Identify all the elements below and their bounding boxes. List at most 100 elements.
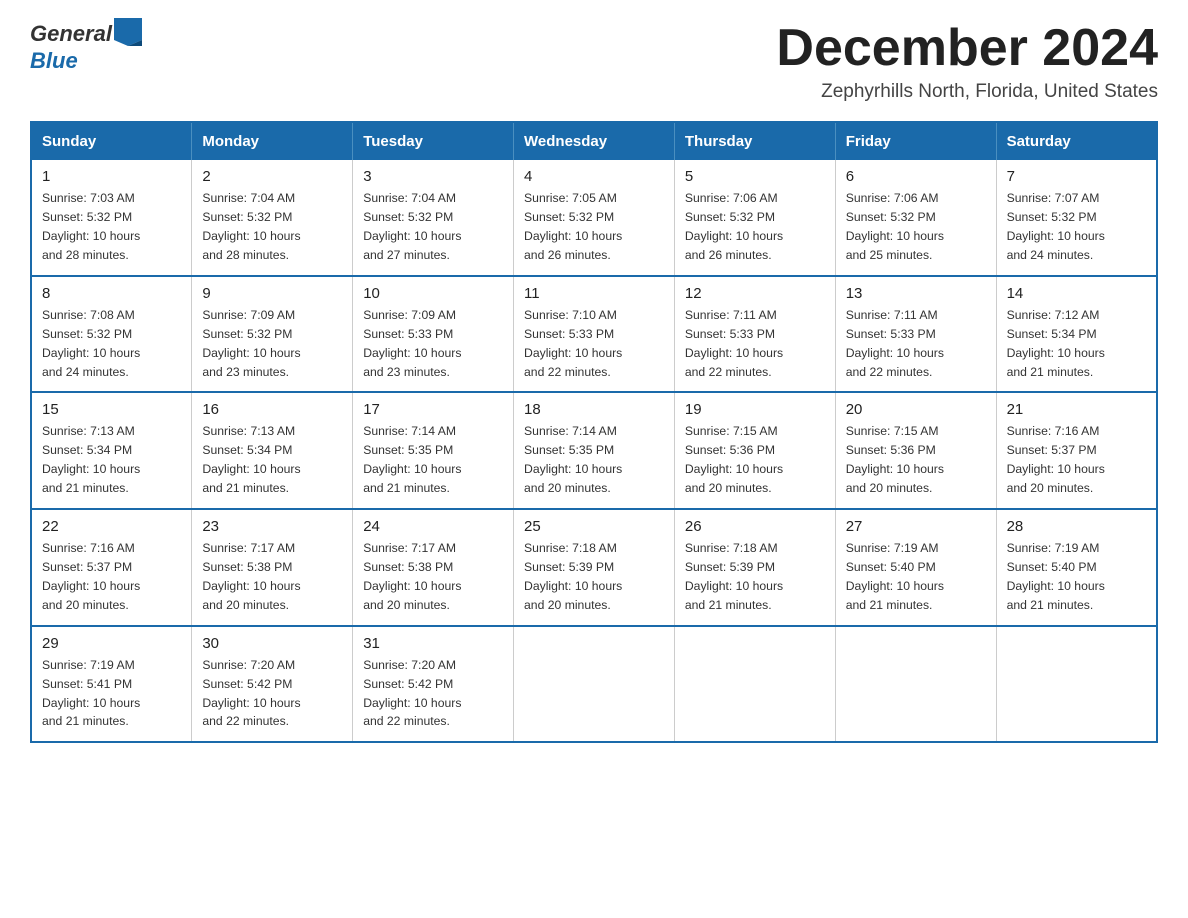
calendar-cell: 18 Sunrise: 7:14 AM Sunset: 5:35 PM Dayl… bbox=[514, 392, 675, 509]
week-row-5: 29 Sunrise: 7:19 AM Sunset: 5:41 PM Dayl… bbox=[31, 626, 1157, 743]
day-number: 9 bbox=[202, 285, 342, 302]
header-thursday: Thursday bbox=[674, 122, 835, 160]
header-wednesday: Wednesday bbox=[514, 122, 675, 160]
logo: General Blue bbox=[30, 20, 142, 74]
calendar-cell: 22 Sunrise: 7:16 AM Sunset: 5:37 PM Dayl… bbox=[31, 509, 192, 626]
calendar-cell bbox=[514, 626, 675, 743]
day-info: Sunrise: 7:14 AM Sunset: 5:35 PM Dayligh… bbox=[363, 422, 503, 498]
day-info: Sunrise: 7:03 AM Sunset: 5:32 PM Dayligh… bbox=[42, 189, 181, 265]
day-number: 5 bbox=[685, 168, 825, 185]
calendar-cell: 9 Sunrise: 7:09 AM Sunset: 5:32 PM Dayli… bbox=[192, 276, 353, 393]
day-info: Sunrise: 7:20 AM Sunset: 5:42 PM Dayligh… bbox=[202, 656, 342, 732]
calendar-cell: 19 Sunrise: 7:15 AM Sunset: 5:36 PM Dayl… bbox=[674, 392, 835, 509]
day-number: 25 bbox=[524, 518, 664, 535]
day-number: 2 bbox=[202, 168, 342, 185]
header-sunday: Sunday bbox=[31, 122, 192, 160]
calendar-cell: 7 Sunrise: 7:07 AM Sunset: 5:32 PM Dayli… bbox=[996, 160, 1157, 276]
calendar-cell: 8 Sunrise: 7:08 AM Sunset: 5:32 PM Dayli… bbox=[31, 276, 192, 393]
day-number: 24 bbox=[363, 518, 503, 535]
day-info: Sunrise: 7:07 AM Sunset: 5:32 PM Dayligh… bbox=[1007, 189, 1146, 265]
day-number: 1 bbox=[42, 168, 181, 185]
day-number: 30 bbox=[202, 635, 342, 652]
week-row-2: 8 Sunrise: 7:08 AM Sunset: 5:32 PM Dayli… bbox=[31, 276, 1157, 393]
day-info: Sunrise: 7:12 AM Sunset: 5:34 PM Dayligh… bbox=[1007, 306, 1146, 382]
week-row-3: 15 Sunrise: 7:13 AM Sunset: 5:34 PM Dayl… bbox=[31, 392, 1157, 509]
week-row-4: 22 Sunrise: 7:16 AM Sunset: 5:37 PM Dayl… bbox=[31, 509, 1157, 626]
day-number: 31 bbox=[363, 635, 503, 652]
day-info: Sunrise: 7:14 AM Sunset: 5:35 PM Dayligh… bbox=[524, 422, 664, 498]
day-info: Sunrise: 7:13 AM Sunset: 5:34 PM Dayligh… bbox=[202, 422, 342, 498]
day-info: Sunrise: 7:17 AM Sunset: 5:38 PM Dayligh… bbox=[363, 539, 503, 615]
day-info: Sunrise: 7:11 AM Sunset: 5:33 PM Dayligh… bbox=[846, 306, 986, 382]
day-info: Sunrise: 7:06 AM Sunset: 5:32 PM Dayligh… bbox=[685, 189, 825, 265]
header-saturday: Saturday bbox=[996, 122, 1157, 160]
day-info: Sunrise: 7:16 AM Sunset: 5:37 PM Dayligh… bbox=[1007, 422, 1146, 498]
calendar-cell: 3 Sunrise: 7:04 AM Sunset: 5:32 PM Dayli… bbox=[353, 160, 514, 276]
day-info: Sunrise: 7:16 AM Sunset: 5:37 PM Dayligh… bbox=[42, 539, 181, 615]
calendar-cell: 28 Sunrise: 7:19 AM Sunset: 5:40 PM Dayl… bbox=[996, 509, 1157, 626]
day-number: 22 bbox=[42, 518, 181, 535]
day-number: 14 bbox=[1007, 285, 1146, 302]
day-number: 7 bbox=[1007, 168, 1146, 185]
day-number: 16 bbox=[202, 401, 342, 418]
calendar-cell: 1 Sunrise: 7:03 AM Sunset: 5:32 PM Dayli… bbox=[31, 160, 192, 276]
calendar-cell: 17 Sunrise: 7:14 AM Sunset: 5:35 PM Dayl… bbox=[353, 392, 514, 509]
location-subtitle: Zephyrhills North, Florida, United State… bbox=[776, 81, 1158, 103]
day-info: Sunrise: 7:19 AM Sunset: 5:40 PM Dayligh… bbox=[1007, 539, 1146, 615]
day-info: Sunrise: 7:06 AM Sunset: 5:32 PM Dayligh… bbox=[846, 189, 986, 265]
calendar-cell: 6 Sunrise: 7:06 AM Sunset: 5:32 PM Dayli… bbox=[835, 160, 996, 276]
day-number: 19 bbox=[685, 401, 825, 418]
day-info: Sunrise: 7:08 AM Sunset: 5:32 PM Dayligh… bbox=[42, 306, 181, 382]
day-number: 13 bbox=[846, 285, 986, 302]
day-info: Sunrise: 7:15 AM Sunset: 5:36 PM Dayligh… bbox=[846, 422, 986, 498]
header-friday: Friday bbox=[835, 122, 996, 160]
day-info: Sunrise: 7:19 AM Sunset: 5:40 PM Dayligh… bbox=[846, 539, 986, 615]
day-info: Sunrise: 7:05 AM Sunset: 5:32 PM Dayligh… bbox=[524, 189, 664, 265]
day-number: 11 bbox=[524, 285, 664, 302]
day-info: Sunrise: 7:09 AM Sunset: 5:32 PM Dayligh… bbox=[202, 306, 342, 382]
calendar-cell: 27 Sunrise: 7:19 AM Sunset: 5:40 PM Dayl… bbox=[835, 509, 996, 626]
logo-text-blue: Blue bbox=[30, 48, 78, 73]
day-number: 6 bbox=[846, 168, 986, 185]
day-info: Sunrise: 7:18 AM Sunset: 5:39 PM Dayligh… bbox=[524, 539, 664, 615]
calendar-cell: 2 Sunrise: 7:04 AM Sunset: 5:32 PM Dayli… bbox=[192, 160, 353, 276]
calendar-cell: 23 Sunrise: 7:17 AM Sunset: 5:38 PM Dayl… bbox=[192, 509, 353, 626]
calendar-header: SundayMondayTuesdayWednesdayThursdayFrid… bbox=[31, 122, 1157, 160]
day-info: Sunrise: 7:17 AM Sunset: 5:38 PM Dayligh… bbox=[202, 539, 342, 615]
day-number: 26 bbox=[685, 518, 825, 535]
calendar-cell: 10 Sunrise: 7:09 AM Sunset: 5:33 PM Dayl… bbox=[353, 276, 514, 393]
week-row-1: 1 Sunrise: 7:03 AM Sunset: 5:32 PM Dayli… bbox=[31, 160, 1157, 276]
title-area: December 2024 Zephyrhills North, Florida… bbox=[776, 20, 1158, 103]
month-title: December 2024 bbox=[776, 20, 1158, 77]
calendar-cell bbox=[674, 626, 835, 743]
day-info: Sunrise: 7:15 AM Sunset: 5:36 PM Dayligh… bbox=[685, 422, 825, 498]
day-number: 29 bbox=[42, 635, 181, 652]
calendar-cell: 5 Sunrise: 7:06 AM Sunset: 5:32 PM Dayli… bbox=[674, 160, 835, 276]
calendar-cell: 12 Sunrise: 7:11 AM Sunset: 5:33 PM Dayl… bbox=[674, 276, 835, 393]
calendar-cell: 20 Sunrise: 7:15 AM Sunset: 5:36 PM Dayl… bbox=[835, 392, 996, 509]
day-number: 21 bbox=[1007, 401, 1146, 418]
logo-icon bbox=[114, 18, 142, 46]
calendar-cell: 11 Sunrise: 7:10 AM Sunset: 5:33 PM Dayl… bbox=[514, 276, 675, 393]
day-info: Sunrise: 7:20 AM Sunset: 5:42 PM Dayligh… bbox=[363, 656, 503, 732]
calendar-cell: 31 Sunrise: 7:20 AM Sunset: 5:42 PM Dayl… bbox=[353, 626, 514, 743]
day-number: 17 bbox=[363, 401, 503, 418]
day-number: 3 bbox=[363, 168, 503, 185]
day-info: Sunrise: 7:13 AM Sunset: 5:34 PM Dayligh… bbox=[42, 422, 181, 498]
calendar-cell: 15 Sunrise: 7:13 AM Sunset: 5:34 PM Dayl… bbox=[31, 392, 192, 509]
day-number: 23 bbox=[202, 518, 342, 535]
day-number: 28 bbox=[1007, 518, 1146, 535]
calendar-cell: 4 Sunrise: 7:05 AM Sunset: 5:32 PM Dayli… bbox=[514, 160, 675, 276]
day-number: 10 bbox=[363, 285, 503, 302]
day-number: 20 bbox=[846, 401, 986, 418]
day-number: 27 bbox=[846, 518, 986, 535]
day-number: 8 bbox=[42, 285, 181, 302]
day-info: Sunrise: 7:19 AM Sunset: 5:41 PM Dayligh… bbox=[42, 656, 181, 732]
day-number: 18 bbox=[524, 401, 664, 418]
calendar-cell bbox=[835, 626, 996, 743]
page-header: General Blue December 2024 Zephyrhills N… bbox=[30, 20, 1158, 103]
calendar-cell: 29 Sunrise: 7:19 AM Sunset: 5:41 PM Dayl… bbox=[31, 626, 192, 743]
day-info: Sunrise: 7:11 AM Sunset: 5:33 PM Dayligh… bbox=[685, 306, 825, 382]
day-info: Sunrise: 7:04 AM Sunset: 5:32 PM Dayligh… bbox=[202, 189, 342, 265]
day-number: 15 bbox=[42, 401, 181, 418]
